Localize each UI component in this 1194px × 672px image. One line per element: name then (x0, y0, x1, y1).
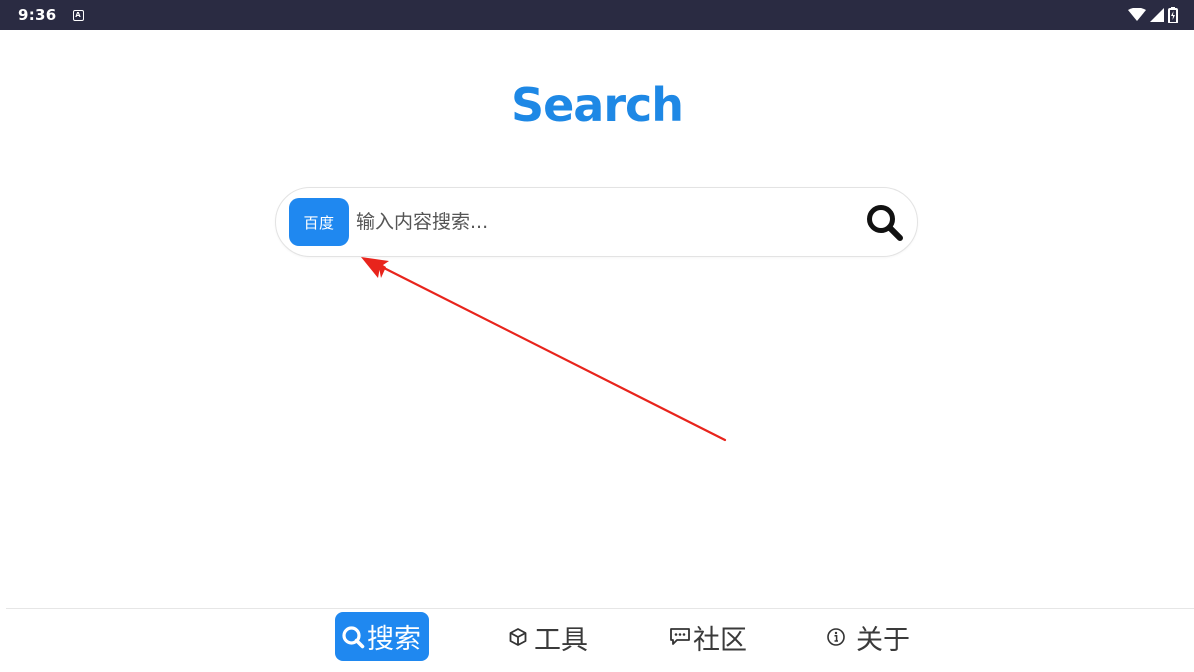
nav-item-label: 社区 (693, 624, 747, 656)
notification-icon: A (72, 9, 84, 21)
nav-item-community[interactable]: 社区 (669, 613, 747, 661)
nav-item-search[interactable]: 搜索 (335, 612, 429, 661)
nav-item-label: 搜索 (367, 624, 421, 655)
signal-icon (1150, 8, 1164, 22)
cube-icon (508, 627, 528, 647)
search-input[interactable] (356, 200, 836, 244)
info-icon (826, 627, 846, 647)
chat-icon (669, 627, 691, 647)
search-icon (341, 625, 365, 649)
nav-item-tools[interactable]: 工具 (508, 613, 588, 661)
bottom-nav: 搜索 工具 社区 关于 (0, 609, 1194, 672)
app-title: Search (510, 78, 684, 132)
battery-icon (1168, 7, 1178, 23)
status-bar: 9:36 A (0, 0, 1194, 30)
search-engine-button[interactable]: 百度 (289, 198, 349, 246)
search-button[interactable] (859, 201, 911, 245)
status-icons (1128, 7, 1178, 23)
app-screen: 9:36 A Search 百度 输入内容搜索... 搜索 工具 社区 关于 (0, 0, 1194, 672)
search-box: 百度 (275, 187, 918, 257)
search-icon (867, 205, 903, 241)
nav-item-about[interactable]: 关于 (826, 613, 910, 661)
nav-item-label: 工具 (534, 624, 588, 656)
wifi-icon (1128, 8, 1146, 21)
status-time: 9:36 (18, 6, 57, 24)
nav-item-label: 关于 (856, 624, 910, 656)
